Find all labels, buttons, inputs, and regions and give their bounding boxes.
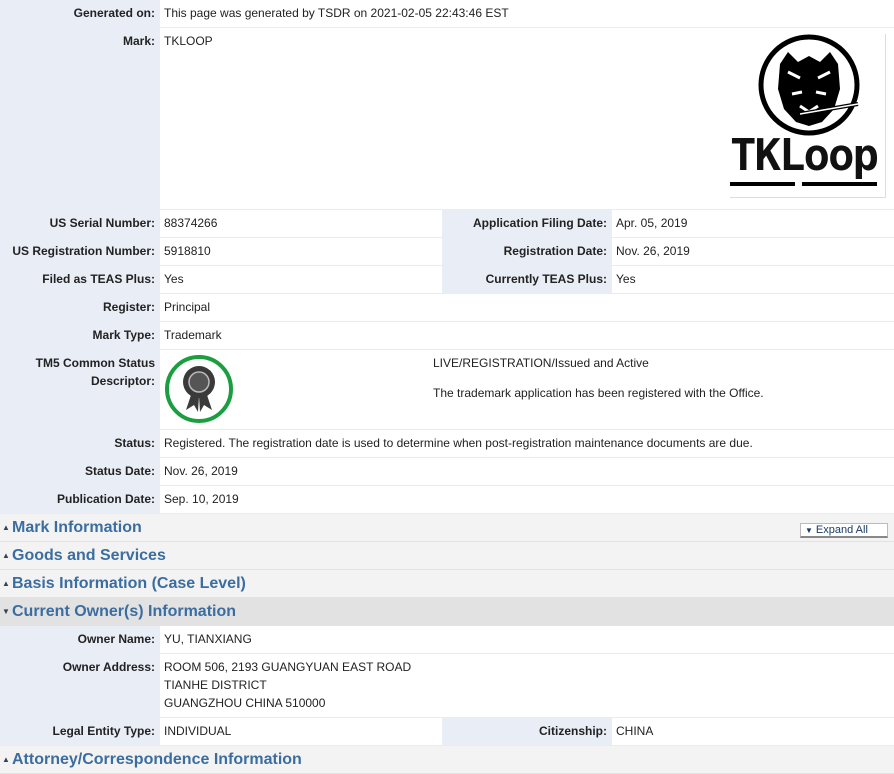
registration-label: US Registration Number: <box>0 238 160 265</box>
current-teas-value: Yes <box>616 272 636 286</box>
status-label: Status: <box>0 430 160 457</box>
registration-row: US Registration Number: 5918810 Registra… <box>0 238 894 266</box>
tm5-badge-cell <box>160 350 433 429</box>
legal-entity-value: INDIVIDUAL <box>164 724 232 738</box>
registered-badge-icon <box>165 355 233 423</box>
registration-date-label: Registration Date: <box>442 238 612 265</box>
citizenship-value: CHINA <box>616 724 654 738</box>
registration-date-value: Nov. 26, 2019 <box>616 244 690 258</box>
section-mark-information[interactable]: ▲ Mark Information ▼ Expand All <box>0 514 894 542</box>
legal-entity-label: Legal Entity Type: <box>0 718 160 745</box>
owner-name-label: Owner Name: <box>0 626 160 653</box>
expand-all-button[interactable]: ▼ Expand All <box>800 523 888 538</box>
tm5-label-line2: Descriptor: <box>90 374 155 388</box>
teas-label: Filed as TEAS Plus: <box>0 266 160 293</box>
publication-date-value: Sep. 10, 2019 <box>164 492 239 506</box>
serial-row: US Serial Number: 88374266 Application F… <box>0 210 894 238</box>
serial-label: US Serial Number: <box>0 210 160 237</box>
status-date-value: Nov. 26, 2019 <box>164 464 238 478</box>
expanded-arrow-icon: ▼ <box>2 607 10 616</box>
section-title: Attorney/Correspondence Information <box>12 750 302 768</box>
tm5-label: TM5 Common Status Descriptor: <box>0 350 160 429</box>
logo-underline-2 <box>802 182 877 186</box>
status-date-row: Status Date: Nov. 26, 2019 <box>0 458 894 486</box>
owner-name-row: Owner Name: YU, TIANXIANG <box>0 626 894 654</box>
mark-type-label: Mark Type: <box>0 322 160 349</box>
section-attorney-correspondence[interactable]: ▲ Attorney/Correspondence Information <box>0 746 894 774</box>
mark-row: Mark: TKLOOP TKLoop <box>0 28 894 210</box>
collapsed-arrow-icon: ▲ <box>2 551 10 560</box>
section-basis-information[interactable]: ▲ Basis Information (Case Level) <box>0 570 894 598</box>
owner-address-row: Owner Address: ROOM 506, 2193 GUANGYUAN … <box>0 654 894 718</box>
mark-type-value: Trademark <box>164 328 222 342</box>
mark-value-cell: TKLOOP TKLoop <box>160 28 894 209</box>
current-teas-label: Currently TEAS Plus: <box>442 266 612 293</box>
tm5-label-line1: TM5 Common Status <box>35 356 155 370</box>
teas-row: Filed as TEAS Plus: Yes Currently TEAS P… <box>0 266 894 294</box>
section-current-owner[interactable]: ▼ Current Owner(s) Information <box>0 598 894 626</box>
register-row: Register: Principal <box>0 294 894 322</box>
mark-label: Mark: <box>0 28 160 209</box>
registration-value: 5918810 <box>164 244 211 258</box>
status-value: Registered. The registration date is use… <box>164 436 753 450</box>
serial-value: 88374266 <box>164 216 218 230</box>
generated-row: Generated on: This page was generated by… <box>0 0 894 28</box>
section-title: Current Owner(s) Information <box>12 602 237 620</box>
tm5-desc-line: The trademark application has been regis… <box>433 386 764 400</box>
collapsed-arrow-icon: ▲ <box>2 523 10 532</box>
generated-value: This page was generated by TSDR on 2021-… <box>164 6 509 20</box>
expand-all-label: Expand All <box>815 524 868 536</box>
legal-entity-row: Legal Entity Type: INDIVIDUAL Citizenshi… <box>0 718 894 746</box>
register-value: Principal <box>164 300 211 314</box>
mark-value: TKLOOP <box>164 34 213 48</box>
section-title: Mark Information <box>12 518 142 536</box>
status-row: Status: Registered. The registration dat… <box>0 430 894 458</box>
address-line: GUANGZHOU CHINA 510000 <box>164 696 326 710</box>
owner-address-label: Owner Address: <box>0 654 160 717</box>
chevron-down-icon: ▼ <box>805 525 813 535</box>
section-goods-and-services[interactable]: ▲ Goods and Services <box>0 542 894 570</box>
filing-date-value: Apr. 05, 2019 <box>616 216 688 230</box>
tm5-row: TM5 Common Status Descriptor: LIVE/REGIS… <box>0 350 894 430</box>
mark-type-row: Mark Type: Trademark <box>0 322 894 350</box>
publication-date-row: Publication Date: Sep. 10, 2019 <box>0 486 894 514</box>
citizenship-label: Citizenship: <box>442 718 612 745</box>
section-title: Basis Information (Case Level) <box>12 574 246 592</box>
generated-label: Generated on: <box>0 0 160 27</box>
status-date-label: Status Date: <box>0 458 160 485</box>
publication-date-label: Publication Date: <box>0 486 160 513</box>
collapsed-arrow-icon: ▲ <box>2 579 10 588</box>
teas-value: Yes <box>164 272 184 286</box>
mark-image: TKLoop <box>730 34 886 198</box>
collapsed-arrow-icon: ▲ <box>2 755 10 764</box>
logo-underline <box>730 182 795 186</box>
filing-date-label: Application Filing Date: <box>442 210 612 237</box>
tm5-text-cell: LIVE/REGISTRATION/Issued and Active The … <box>433 350 764 429</box>
section-title: Goods and Services <box>12 546 166 564</box>
mark-logo-text: TKLoop <box>730 130 879 181</box>
address-line: TIANHE DISTRICT <box>164 678 267 692</box>
register-label: Register: <box>0 294 160 321</box>
tm5-status-line: LIVE/REGISTRATION/Issued and Active <box>433 356 649 370</box>
owner-address-value: ROOM 506, 2193 GUANGYUAN EAST ROAD TIANH… <box>160 654 411 717</box>
owner-name-value: YU, TIANXIANG <box>164 632 252 646</box>
address-line: ROOM 506, 2193 GUANGYUAN EAST ROAD <box>164 660 412 674</box>
